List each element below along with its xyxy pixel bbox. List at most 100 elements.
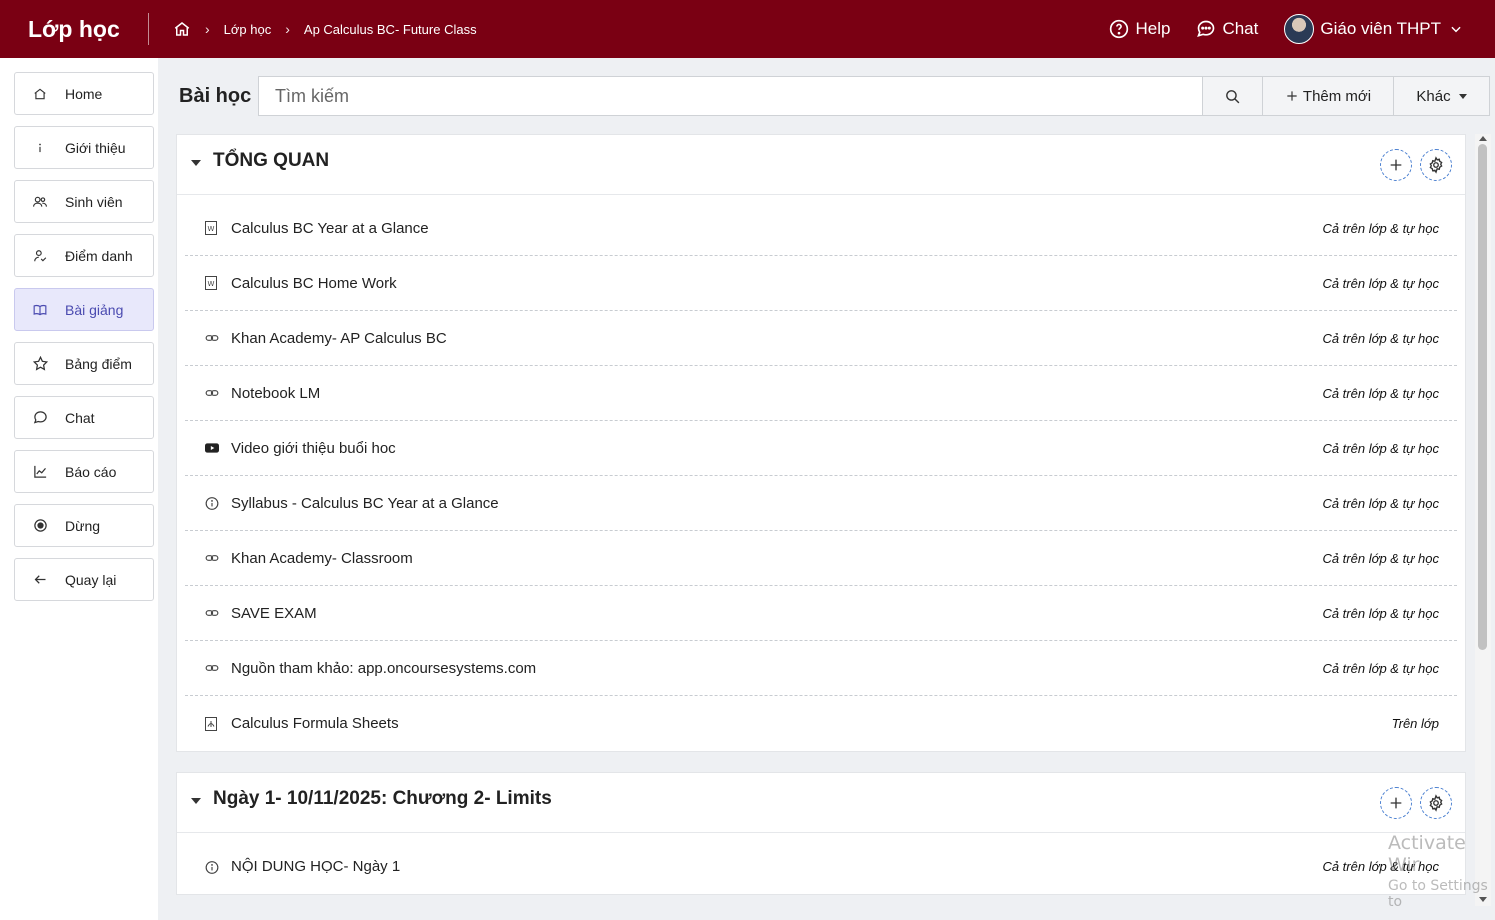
word-doc-icon: W xyxy=(205,221,219,235)
help-icon xyxy=(1110,19,1129,39)
lesson-row[interactable]: Notebook LM Cả trên lớp & tự học xyxy=(185,366,1457,421)
lesson-row[interactable]: Nguồn tham khảo: app.oncoursesystems.com… xyxy=(185,641,1457,696)
home-icon xyxy=(15,87,65,101)
lesson-row[interactable]: Calculus Formula Sheets Trên lớp xyxy=(185,696,1457,751)
brand-title[interactable]: Lớp học xyxy=(0,16,148,43)
caret-down-icon xyxy=(1458,93,1467,99)
gear-icon xyxy=(1429,794,1443,812)
sidebar-item-label: Báo cáo xyxy=(65,463,117,480)
brand-divider xyxy=(148,13,149,45)
sidebar: Home Giới thiệu Sinh viên Điểm danh Bài … xyxy=(0,58,158,920)
sidebar-item-students[interactable]: Sinh viên xyxy=(14,180,154,223)
lesson-row[interactable]: Video giới thiệu buổi hoc Cả trên lớp & … xyxy=(185,421,1457,476)
lesson-toolbar: Bài học Thêm mới Khác xyxy=(176,76,1490,116)
chat-label: Chat xyxy=(1222,19,1259,38)
section-settings-button[interactable] xyxy=(1420,787,1452,819)
avatar xyxy=(1284,14,1315,44)
sidebar-item-chat[interactable]: Chat xyxy=(14,396,154,439)
caret-down-icon[interactable] xyxy=(191,797,201,804)
lesson-title: Notebook LM xyxy=(231,384,321,402)
lesson-title: NỘI DUNG HỌC- Ngày 1 xyxy=(231,858,401,875)
watermark-line1: Activate Wir xyxy=(1388,832,1466,876)
chat-icon xyxy=(15,410,65,425)
lesson-title: Calculus Formula Sheets xyxy=(231,715,399,732)
sidebar-item-label: Bài giảng xyxy=(65,301,124,318)
gear-icon xyxy=(1429,156,1443,174)
word-doc-icon: W xyxy=(205,276,219,290)
sidebar-item-grades[interactable]: Bảng điểm xyxy=(14,342,154,385)
section-settings-button[interactable] xyxy=(1420,149,1452,181)
lesson-row[interactable]: Khan Academy- Classroom Cả trên lớp & tự… xyxy=(185,531,1457,586)
chat-button[interactable]: Chat xyxy=(1196,19,1258,39)
chart-icon xyxy=(15,464,65,479)
chevron-right-icon: › xyxy=(205,21,210,37)
lesson-title: Video giới thiệu buổi hoc xyxy=(231,439,396,457)
lesson-list: TỔNG QUAN W Calculus BC Year at a Glance… xyxy=(176,134,1466,906)
lesson-row[interactable]: W Calculus BC Year at a Glance Cả trên l… xyxy=(185,201,1457,256)
section-header[interactable]: Ngày 1- 10/11/2025: Chương 2- Limits xyxy=(177,773,1465,833)
link-icon xyxy=(205,606,219,620)
lesson-row[interactable]: Syllabus - Calculus BC Year at a Glance … xyxy=(185,476,1457,531)
lesson-mode: Cả trên lớp & tự học xyxy=(1322,605,1439,621)
lesson-row[interactable]: Khan Academy- AP Calculus BC Cả trên lớp… xyxy=(185,311,1457,366)
link-icon xyxy=(205,551,219,565)
sidebar-item-reports[interactable]: Báo cáo xyxy=(14,450,154,493)
lesson-title: Calculus BC Home Work xyxy=(231,274,397,292)
chevron-right-icon: › xyxy=(285,21,290,37)
home-icon[interactable] xyxy=(173,20,191,38)
lesson-mode: Cả trên lớp & tự học xyxy=(1322,440,1439,456)
lesson-title: SAVE EXAM xyxy=(231,604,317,622)
lesson-title: Khan Academy- AP Calculus BC xyxy=(231,329,447,347)
search-input[interactable] xyxy=(258,76,1203,116)
lesson-mode: Cả trên lớp & tự học xyxy=(1322,275,1439,291)
sidebar-item-label: Quay lại xyxy=(65,571,117,588)
arrow-left-icon xyxy=(15,572,65,587)
search-button[interactable] xyxy=(1203,76,1263,116)
sidebar-item-attendance[interactable]: Điểm danh xyxy=(14,234,154,277)
sidebar-item-stop[interactable]: Dừng xyxy=(14,504,154,547)
section-title: Ngày 1- 10/11/2025: Chương 2- Limits xyxy=(213,787,552,809)
link-icon xyxy=(205,661,219,675)
scroll-thumb[interactable] xyxy=(1478,144,1487,650)
sidebar-item-home[interactable]: Home xyxy=(14,72,154,115)
sidebar-item-back[interactable]: Quay lại xyxy=(14,558,154,601)
lesson-row[interactable]: W Calculus BC Home Work Cả trên lớp & tự… xyxy=(185,256,1457,311)
scroll-up-icon[interactable] xyxy=(1479,136,1487,141)
sidebar-item-label: Dừng xyxy=(65,517,101,534)
section-header[interactable]: TỔNG QUAN xyxy=(177,135,1465,195)
top-bar: Lớp học › Lớp học › Ap Calculus BC- Futu… xyxy=(0,0,1495,58)
lesson-mode: Cả trên lớp & tự học xyxy=(1322,550,1439,566)
sidebar-item-label: Home xyxy=(65,85,103,102)
add-new-label: Thêm mới xyxy=(1302,87,1372,105)
lesson-title: Khan Academy- Classroom xyxy=(231,549,413,567)
attendance-icon xyxy=(15,249,65,263)
caret-down-icon[interactable] xyxy=(191,159,201,166)
search-icon xyxy=(1226,89,1240,103)
user-name: Giáo viên THPT xyxy=(1320,19,1441,38)
lesson-mode: Cả trên lớp & tự học xyxy=(1322,220,1439,236)
svg-text:W: W xyxy=(208,225,215,233)
lesson-row[interactable]: SAVE EXAM Cả trên lớp & tự học xyxy=(185,586,1457,641)
sidebar-item-label: Điểm danh xyxy=(65,247,133,264)
add-new-button[interactable]: Thêm mới xyxy=(1263,76,1394,116)
lesson-mode: Cả trên lớp & tự học xyxy=(1322,330,1439,346)
sidebar-item-lectures[interactable]: Bài giảng xyxy=(14,288,154,331)
lesson-row[interactable]: NỘI DUNG HỌC- Ngày 1 Cả trên lớp & tự họ… xyxy=(185,839,1457,894)
plus-icon xyxy=(1287,91,1297,101)
add-item-button[interactable] xyxy=(1380,149,1412,181)
breadcrumb-current[interactable]: Ap Calculus BC- Future Class xyxy=(304,22,477,37)
content-scrollbar[interactable] xyxy=(1475,134,1491,906)
svg-text:W: W xyxy=(208,280,215,288)
link-icon xyxy=(205,386,219,400)
user-menu[interactable]: Giáo viên THPT xyxy=(1284,14,1469,44)
lesson-title: Calculus BC Year at a Glance xyxy=(231,219,429,237)
breadcrumb-item[interactable]: Lớp học xyxy=(224,22,272,37)
info-circle-icon xyxy=(205,496,219,510)
top-right-actions: Help Chat Giáo viên THPT xyxy=(1083,14,1495,44)
stop-icon xyxy=(15,518,65,533)
sidebar-item-intro[interactable]: Giới thiệu xyxy=(14,126,154,169)
help-button[interactable]: Help xyxy=(1109,19,1170,39)
more-dropdown[interactable]: Khác xyxy=(1394,76,1490,116)
add-item-button[interactable] xyxy=(1380,787,1412,819)
lesson-section: TỔNG QUAN W Calculus BC Year at a Glance… xyxy=(176,134,1466,752)
